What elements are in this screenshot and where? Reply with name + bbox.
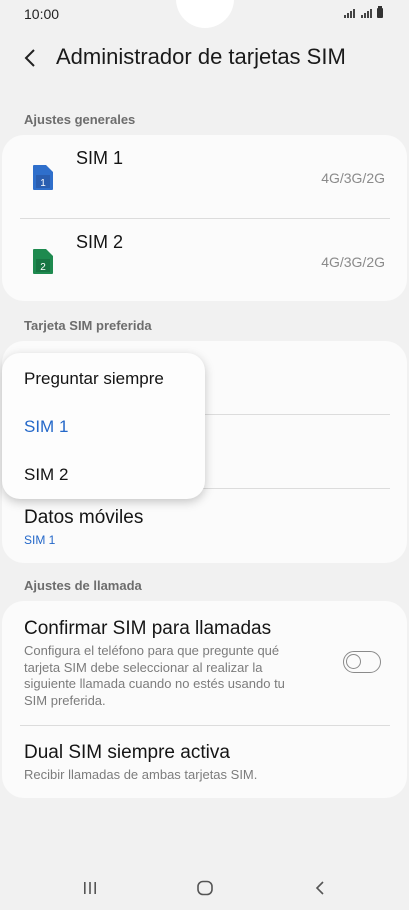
sim-network: 4G/3G/2G bbox=[321, 170, 385, 186]
confirm-sim-description: Configura el teléfono para que pregunte … bbox=[24, 643, 285, 708]
menu-item-label: SIM 2 bbox=[24, 465, 69, 484]
mobile-data-title: Datos móviles bbox=[24, 507, 144, 528]
sim-name: SIM 1 bbox=[76, 148, 124, 168]
back-icon bbox=[315, 881, 324, 895]
section-label-preferred: Tarjeta SIM preferida bbox=[24, 318, 152, 333]
status-icons bbox=[344, 6, 383, 18]
section-label-general: Ajustes generales bbox=[24, 112, 136, 127]
sim-card-list: 1 SIM 1 4G/3G/2G 2 SIM 2 4G/3G/2G bbox=[2, 135, 407, 301]
call-settings-card: Confirmar SIM para llamadas Configura el… bbox=[2, 601, 407, 798]
confirm-sim-title: Confirmar SIM para llamadas bbox=[24, 618, 272, 639]
confirm-sim-toggle[interactable] bbox=[343, 651, 381, 673]
sim-network: 4G/3G/2G bbox=[321, 254, 385, 270]
battery-icon bbox=[377, 6, 383, 18]
sim-card-icon: 1 bbox=[33, 165, 53, 190]
recents-icon bbox=[84, 882, 96, 894]
toggle-knob bbox=[346, 654, 361, 669]
home-icon bbox=[197, 880, 213, 896]
menu-item-sim1[interactable]: SIM 1 bbox=[2, 403, 205, 451]
sim-item-2[interactable]: 2 SIM 2 4G/3G/2G bbox=[2, 219, 407, 301]
sim-dropdown-menu: Preguntar siempre SIM 1 SIM 2 bbox=[2, 353, 205, 499]
status-time: 10:00 bbox=[24, 6, 60, 22]
back-button[interactable] bbox=[12, 38, 48, 78]
menu-item-sim2[interactable]: SIM 2 bbox=[2, 451, 205, 499]
mobile-data-item[interactable]: Datos móviles SIM 1 bbox=[2, 489, 407, 563]
mobile-data-value: SIM 1 bbox=[24, 533, 56, 547]
sim-name: SIM 2 bbox=[76, 232, 124, 252]
svg-text:1: 1 bbox=[40, 178, 46, 189]
home-button[interactable] bbox=[175, 872, 235, 904]
signal-sim1-icon bbox=[344, 9, 355, 18]
section-label-calls: Ajustes de llamada bbox=[24, 578, 142, 593]
page-title: Administrador de tarjetas SIM bbox=[56, 44, 346, 69]
camera-notch bbox=[176, 0, 234, 28]
dual-sim-description: Recibir llamadas de ambas tarjetas SIM. bbox=[24, 767, 258, 782]
menu-item-label: Preguntar siempre bbox=[24, 369, 164, 388]
menu-item-ask-always[interactable]: Preguntar siempre bbox=[2, 355, 205, 403]
signal-sim2-icon bbox=[361, 9, 372, 18]
sim-item-1[interactable]: 1 SIM 1 4G/3G/2G bbox=[2, 135, 407, 218]
dual-sim-title: Dual SIM siempre activa bbox=[24, 742, 230, 763]
chevron-left-icon bbox=[24, 49, 35, 67]
menu-item-label: SIM 1 bbox=[24, 417, 69, 436]
svg-text:2: 2 bbox=[40, 262, 46, 273]
sim-card-icon: 2 bbox=[33, 249, 53, 274]
recents-button[interactable] bbox=[60, 872, 120, 904]
nav-back-button[interactable] bbox=[290, 872, 350, 904]
dual-sim-item[interactable]: Dual SIM siempre activa Recibir llamadas… bbox=[2, 726, 407, 798]
